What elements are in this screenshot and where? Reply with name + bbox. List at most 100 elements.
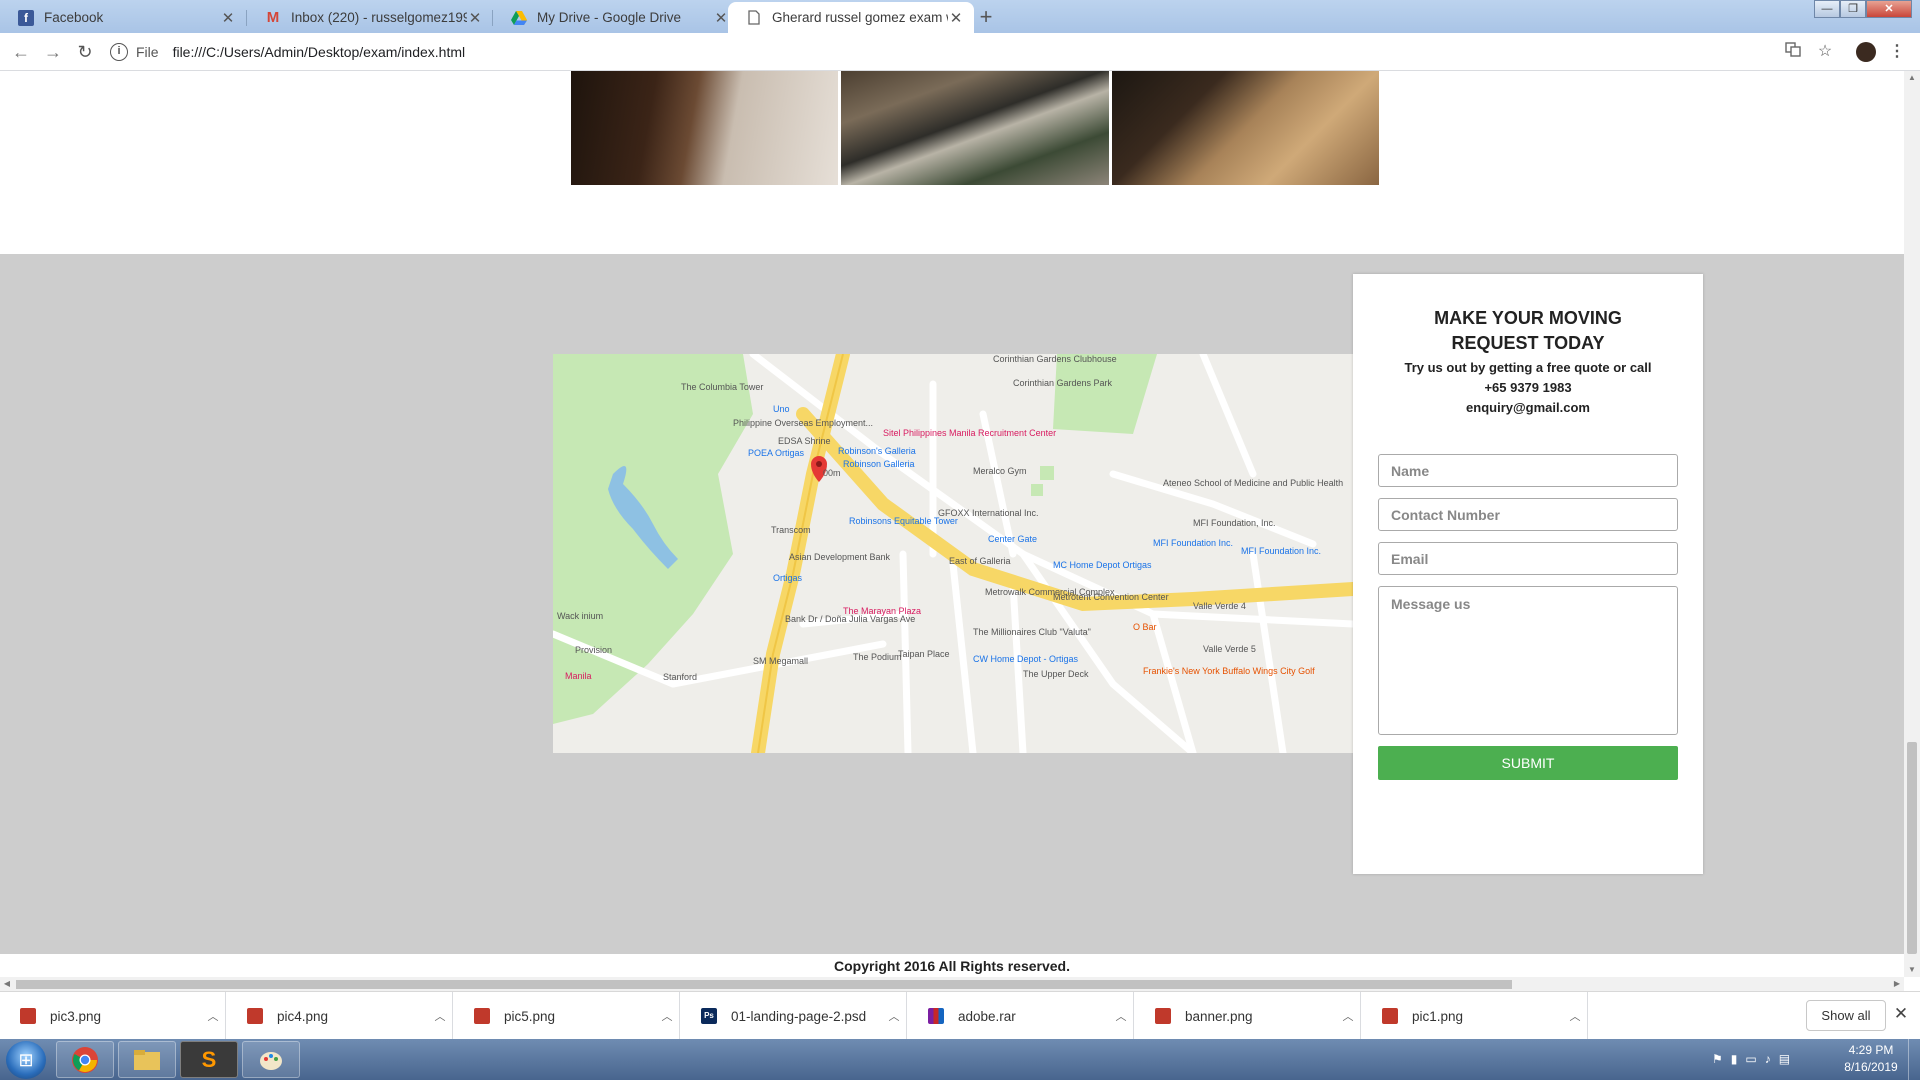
page-viewport: Corinthian Gardens Clubhouse Corinthian G… xyxy=(0,71,1904,977)
image-file-icon xyxy=(1155,1008,1171,1024)
back-arrow-icon[interactable]: ← xyxy=(10,41,32,63)
map-label: Frankie's New York Buffalo Wings City Go… xyxy=(1143,666,1315,676)
download-item[interactable]: pic3.png ︿ xyxy=(0,992,226,1040)
chevron-up-icon[interactable]: ︿ xyxy=(1563,1008,1587,1024)
horizontal-scroll-thumb[interactable] xyxy=(16,980,1512,989)
action-center-icon[interactable]: ▤ xyxy=(1779,1052,1790,1066)
download-item[interactable]: pic5.png ︿ xyxy=(454,992,680,1040)
map-label: Robinsons Equitable Tower xyxy=(849,516,958,526)
embedded-map[interactable]: Corinthian Gardens Clubhouse Corinthian G… xyxy=(553,354,1353,753)
browser-tab-strip: f Facebook ✕ M Inbox (220) - russelgomez… xyxy=(0,0,1920,33)
close-icon[interactable]: ✕ xyxy=(1892,1004,1910,1026)
browser-toolbar: ← → ↻ i File file:///C:/Users/Admin/Desk… xyxy=(0,33,1920,71)
profile-avatar[interactable] xyxy=(1856,42,1876,62)
scroll-right-arrow-icon[interactable]: ▶ xyxy=(1890,977,1904,991)
vertical-scrollbar[interactable]: ▲ ▼ xyxy=(1904,71,1920,977)
map-label: Robinson Galleria xyxy=(843,459,915,469)
copyright-footer: Copyright 2016 All Rights reserved. xyxy=(0,954,1904,977)
close-tab-icon[interactable]: ✕ xyxy=(220,9,236,27)
chevron-up-icon[interactable]: ︿ xyxy=(655,1008,679,1024)
paint-taskbar-icon[interactable] xyxy=(242,1041,300,1078)
show-all-downloads-button[interactable]: Show all xyxy=(1806,1000,1886,1031)
address-bar[interactable]: i File file:///C:/Users/Admin/Desktop/ex… xyxy=(110,37,1810,67)
map-label: MFI Foundation Inc. xyxy=(1153,538,1233,548)
map-label: 00m xyxy=(823,468,841,478)
battery-icon[interactable]: ▭ xyxy=(1745,1052,1756,1066)
chrome-taskbar-icon[interactable] xyxy=(56,1041,114,1078)
download-item[interactable]: adobe.rar ︿ xyxy=(908,992,1134,1040)
windows-start-button[interactable]: ⊞ xyxy=(6,1041,46,1079)
reload-icon[interactable]: ↻ xyxy=(74,41,96,63)
name-input[interactable]: Name xyxy=(1378,454,1678,487)
map-label: Valle Verde 4 xyxy=(1193,601,1246,611)
photoshop-file-icon: Ps xyxy=(701,1008,717,1024)
form-phone: +65 9379 1983 xyxy=(1484,380,1572,395)
map-label: The Podium xyxy=(853,652,902,662)
volume-icon[interactable]: ♪ xyxy=(1765,1052,1771,1066)
menu-dots-icon[interactable]: ⋮ xyxy=(1886,41,1908,63)
map-label: O Bar xyxy=(1133,622,1157,632)
form-title: MAKE YOUR MOVING REQUEST TODAY xyxy=(1434,308,1622,353)
horizontal-scrollbar[interactable]: ◀ ▶ xyxy=(0,977,1904,991)
info-icon[interactable]: i xyxy=(110,43,128,61)
map-label: Bank Dr / Doña Julia Vargas Ave xyxy=(785,614,915,624)
bookmark-star-icon[interactable]: ☆ xyxy=(1814,41,1836,63)
clock-date: 8/16/2019 xyxy=(1844,1060,1898,1074)
close-tab-icon[interactable]: ✕ xyxy=(948,9,964,27)
map-label: Meralco Gym xyxy=(973,466,1027,476)
map-label: Asian Development Bank xyxy=(789,552,891,562)
map-label: East of Galleria xyxy=(949,556,1011,566)
download-item[interactable]: Ps 01-landing-page-2.psd ︿ xyxy=(681,992,907,1040)
map-label: SM Megamall xyxy=(753,656,808,666)
scroll-down-arrow-icon[interactable]: ▼ xyxy=(1904,963,1920,977)
map-canvas[interactable]: Corinthian Gardens Clubhouse Corinthian G… xyxy=(553,354,1353,753)
url-scheme-label: File xyxy=(136,44,159,60)
chevron-up-icon[interactable]: ︿ xyxy=(201,1008,225,1024)
map-label: Robinson's Galleria xyxy=(838,446,916,456)
map-label: MFI Foundation, Inc. xyxy=(1193,518,1276,528)
map-label: The Columbia Tower xyxy=(681,382,763,392)
map-label: Wack inium xyxy=(557,611,603,621)
form-email: enquiry@gmail.com xyxy=(1466,400,1590,415)
forward-arrow-icon[interactable]: → xyxy=(42,41,64,63)
system-clock[interactable]: 4:29 PM 8/16/2019 xyxy=(1836,1042,1906,1076)
tab-exam-page[interactable]: Gherard russel gomez exam web ✕ xyxy=(728,2,974,33)
close-window-button[interactable]: ✕ xyxy=(1866,0,1912,18)
scroll-up-arrow-icon[interactable]: ▲ xyxy=(1904,71,1920,85)
show-desktop-button[interactable] xyxy=(1908,1039,1920,1080)
chevron-up-icon[interactable]: ︿ xyxy=(428,1008,452,1024)
download-item[interactable]: pic1.png ︿ xyxy=(1362,992,1588,1040)
minimize-window-button[interactable]: — xyxy=(1814,0,1840,18)
chevron-up-icon[interactable]: ︿ xyxy=(882,1008,906,1024)
map-label: MC Home Depot Ortigas xyxy=(1053,560,1152,570)
message-textarea[interactable]: Message us xyxy=(1378,586,1678,735)
map-label: CW Home Depot - Ortigas xyxy=(973,654,1079,664)
restore-window-button[interactable]: ❐ xyxy=(1840,0,1866,18)
gallery-photo xyxy=(841,71,1109,185)
download-item[interactable]: pic4.png ︿ xyxy=(227,992,453,1040)
chevron-up-icon[interactable]: ︿ xyxy=(1109,1008,1133,1024)
archive-file-icon xyxy=(928,1008,944,1024)
file-explorer-taskbar-icon[interactable] xyxy=(118,1041,176,1078)
flag-icon[interactable]: ⚑ xyxy=(1712,1052,1723,1066)
sublime-text-taskbar-icon[interactable]: S xyxy=(180,1041,238,1078)
download-item[interactable]: banner.png ︿ xyxy=(1135,992,1361,1040)
close-tab-icon[interactable]: ✕ xyxy=(713,9,729,27)
translate-icon[interactable] xyxy=(1782,41,1804,63)
chevron-up-icon[interactable]: ︿ xyxy=(1336,1008,1360,1024)
vertical-scroll-thumb[interactable] xyxy=(1907,742,1917,954)
map-label: The Millionaires Club "Valuta" xyxy=(973,627,1091,637)
close-tab-icon[interactable]: ✕ xyxy=(467,9,483,27)
url-text[interactable]: file:///C:/Users/Admin/Desktop/exam/inde… xyxy=(173,44,466,60)
contact-number-input[interactable]: Contact Number xyxy=(1378,498,1678,531)
scroll-left-arrow-icon[interactable]: ◀ xyxy=(0,977,14,991)
submit-button[interactable]: SUBMIT xyxy=(1378,746,1678,780)
tab-facebook[interactable]: f Facebook ✕ xyxy=(0,2,246,33)
tab-gmail[interactable]: M Inbox (220) - russelgomez1999@ ✕ xyxy=(247,2,493,33)
map-label: Valle Verde 5 xyxy=(1203,644,1256,654)
network-icon[interactable]: ▮ xyxy=(1731,1052,1738,1066)
windows-taskbar: ⊞ S ⚑ ▮ ▭ ♪ ▤ 4:29 PM 8/16/2019 xyxy=(0,1039,1920,1080)
tab-google-drive[interactable]: My Drive - Google Drive ✕ xyxy=(493,2,739,33)
email-input[interactable]: Email xyxy=(1378,542,1678,575)
new-tab-button[interactable]: + xyxy=(973,5,999,31)
